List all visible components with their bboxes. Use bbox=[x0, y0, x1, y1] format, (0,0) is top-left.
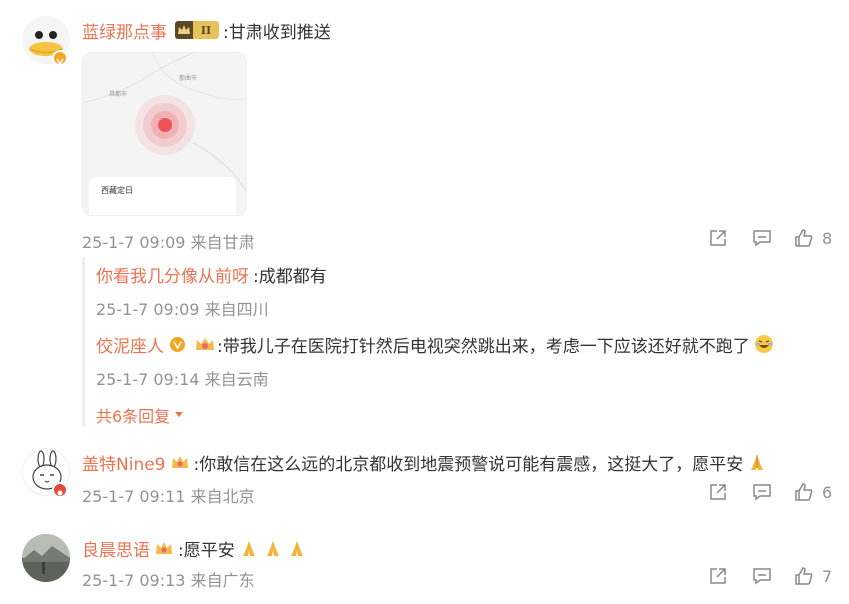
reply-meta: 25-1-7 09:09 来自四川 bbox=[96, 296, 269, 320]
username[interactable]: 你看我几分像从前呀 bbox=[96, 262, 249, 287]
like-count: 6 bbox=[822, 483, 833, 502]
verified-badge bbox=[52, 50, 68, 66]
comment-text: :愿平安 bbox=[178, 540, 235, 561]
crown-badge bbox=[170, 453, 190, 471]
more-replies-link[interactable]: 共6条回复 bbox=[96, 403, 184, 427]
like-count: 7 bbox=[822, 567, 833, 586]
share-icon bbox=[710, 230, 726, 246]
like-icon bbox=[795, 483, 813, 501]
landscape-avatar-icon bbox=[22, 534, 70, 582]
pray-emoji bbox=[287, 538, 307, 558]
timestamp: 25-1-7 09:13 bbox=[82, 571, 186, 590]
like-count: 8 bbox=[822, 229, 833, 248]
pray-emoji bbox=[239, 538, 259, 558]
comment-meta: 25-1-7 09:09 来自甘肃 bbox=[82, 229, 255, 253]
location: 来自广东 bbox=[190, 571, 255, 590]
like-icon bbox=[795, 229, 813, 247]
like-button[interactable] bbox=[794, 228, 816, 250]
crown-icon bbox=[175, 21, 193, 39]
like-button[interactable] bbox=[794, 482, 816, 504]
pray-emoji bbox=[263, 538, 283, 558]
comment-text: :甘肃收到推送 bbox=[223, 22, 331, 43]
username[interactable]: 盖特Nine9 bbox=[82, 450, 166, 475]
crown-badge bbox=[154, 539, 174, 557]
like-icon bbox=[795, 567, 813, 585]
comment-icon bbox=[753, 230, 771, 247]
map-label: 昌都市 bbox=[109, 91, 128, 98]
location: 来自甘肃 bbox=[190, 233, 255, 252]
comment-meta: 25-1-7 09:13 来自广东 bbox=[82, 567, 255, 591]
share-button[interactable] bbox=[708, 566, 730, 588]
share-icon bbox=[710, 484, 726, 500]
share-icon bbox=[710, 568, 726, 584]
verified-badge bbox=[170, 336, 185, 352]
timestamp: 25-1-7 09:11 bbox=[82, 487, 186, 506]
caret-down-icon bbox=[175, 412, 184, 417]
timestamp: 25-1-7 09:09 bbox=[96, 300, 200, 319]
comment-icon bbox=[753, 568, 771, 585]
like-button[interactable] bbox=[794, 566, 816, 588]
username[interactable]: 蓝绿那点事 bbox=[82, 18, 167, 43]
more-replies-label: 共6条回复 bbox=[96, 407, 171, 426]
level-badge-label: II bbox=[193, 21, 219, 39]
location: 来自四川 bbox=[204, 300, 269, 319]
comment-icon bbox=[753, 484, 771, 501]
location: 来自北京 bbox=[190, 487, 255, 506]
share-button[interactable] bbox=[708, 482, 730, 504]
comment-button[interactable] bbox=[752, 482, 774, 504]
reply-meta: 25-1-7 09:14 来自云南 bbox=[96, 366, 269, 390]
map-label: 那曲市 bbox=[179, 75, 198, 82]
comment-image-map[interactable]: 那曲市 昌都市 西藏定日 bbox=[82, 52, 247, 216]
share-button[interactable] bbox=[708, 228, 730, 250]
username[interactable]: 良晨思语 bbox=[82, 536, 150, 561]
pray-emoji bbox=[747, 452, 767, 472]
username[interactable]: 佼泥座人 bbox=[96, 332, 164, 357]
timestamp: 25-1-7 09:09 bbox=[82, 233, 186, 252]
map-footer: 西藏定日 bbox=[89, 177, 236, 215]
comment-button[interactable] bbox=[752, 228, 774, 250]
avatar[interactable] bbox=[22, 534, 70, 582]
crown-badge bbox=[193, 335, 214, 353]
comment-text: :你敢信在这么远的北京都收到地震预警说可能有震感，这挺大了，愿平安 bbox=[193, 454, 744, 475]
member-badge bbox=[52, 482, 68, 498]
map-footer-label: 西藏定日 bbox=[101, 186, 133, 195]
comment-button[interactable] bbox=[752, 566, 774, 588]
location: 来自云南 bbox=[204, 370, 269, 389]
reply-text: :带我儿子在医院打针然后电视突然跳出来，考虑一下应该还好就不跑了 bbox=[217, 336, 750, 357]
laugh-cry-emoji bbox=[754, 334, 774, 354]
comment-meta: 25-1-7 09:11 来自北京 bbox=[82, 483, 255, 507]
level-badge: II bbox=[175, 21, 219, 39]
reply-divider bbox=[82, 257, 85, 427]
timestamp: 25-1-7 09:14 bbox=[96, 370, 200, 389]
reply-text: :成都都有 bbox=[253, 266, 327, 287]
